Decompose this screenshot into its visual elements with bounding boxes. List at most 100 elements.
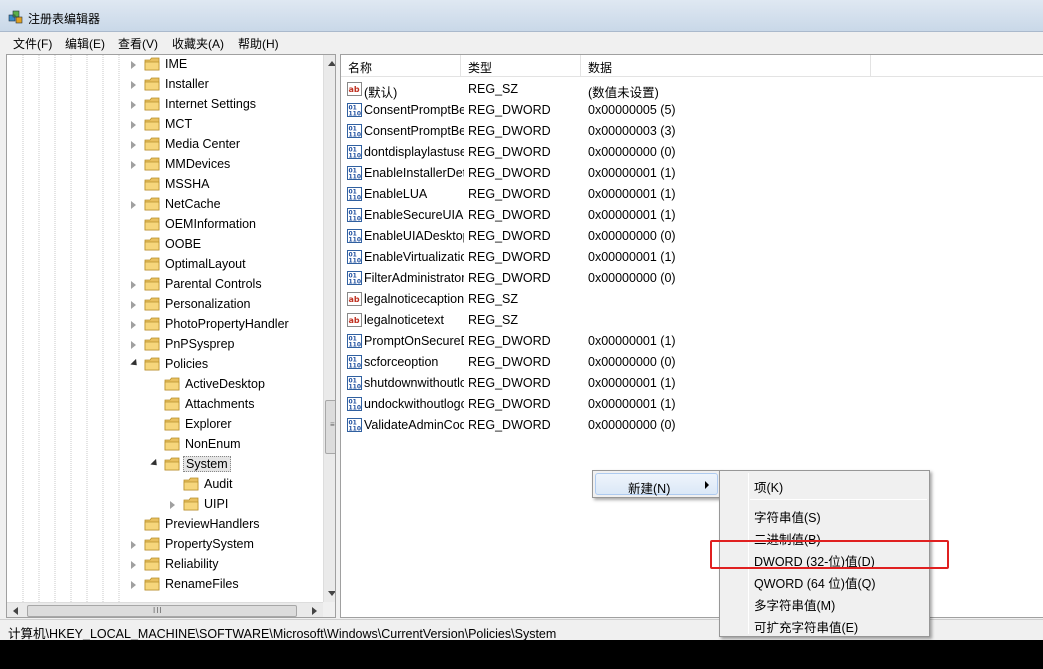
list-item[interactable]: ab legalnoticetext REG_SZ xyxy=(341,310,1041,331)
tree-scroll-thumb[interactable]: ≡ xyxy=(325,400,335,454)
tree-item[interactable]: Reliability xyxy=(7,555,323,575)
collapsed-triangle-icon[interactable] xyxy=(131,581,136,589)
svg-text:110: 110 xyxy=(349,279,362,286)
column-header-name[interactable]: 名称 xyxy=(341,55,461,77)
submenu-item-multi-string-label: 多字符串值(M) xyxy=(754,599,836,613)
collapsed-triangle-icon[interactable] xyxy=(131,101,136,109)
tree-item[interactable]: System xyxy=(7,455,323,475)
string-value-icon: ab xyxy=(347,313,362,327)
list-item[interactable]: 01110ConsentPromptBehaviorAdmin REG_DWORD… xyxy=(341,100,1041,121)
list-item[interactable]: 01110shutdownwithoutlogon REG_DWORD 0x0000… xyxy=(341,373,1041,394)
title-bar[interactable]: 注册表编辑器 xyxy=(0,0,1043,32)
submenu-item-string[interactable]: 字符串值(S) xyxy=(722,503,927,525)
tree-vertical-scrollbar[interactable]: ≡ xyxy=(323,55,335,602)
tree-item[interactable]: OEMInformation xyxy=(7,215,323,235)
tree-item[interactable]: PreviewHandlers xyxy=(7,515,323,535)
tree-horizontal-scrollbar[interactable]: III xyxy=(7,602,323,617)
values-list-pane[interactable]: 名称 类型 数据 ab (默认) REG_SZ (数值未设置) 01 110 Consent… xyxy=(340,54,1043,618)
tree-item[interactable]: Internet Settings xyxy=(7,95,323,115)
list-item[interactable]: 01110EnableSecureUIAPaths REG_DWORD 0x0000… xyxy=(341,205,1041,226)
value-data: 0x00000001 (1) xyxy=(588,376,676,390)
tree-item[interactable]: Policies xyxy=(7,355,323,375)
list-item[interactable]: 01110dontdisplaylastusername REG_DWORD 0x0… xyxy=(341,142,1041,163)
collapsed-triangle-icon[interactable] xyxy=(131,301,136,309)
tree-item[interactable]: Personalization xyxy=(7,295,323,315)
context-menu-new[interactable]: 新建(N) xyxy=(595,473,718,496)
list-item[interactable]: 01 110 scforceoption REG_DWORD 0x00000000 (0… xyxy=(341,352,1041,373)
collapsed-triangle-icon[interactable] xyxy=(131,321,136,329)
binary-value-icon: 01 110 xyxy=(347,208,362,223)
collapsed-triangle-icon[interactable] xyxy=(131,201,136,209)
tree-item[interactable]: Audit xyxy=(7,475,323,495)
tree-item[interactable]: OptimalLayout xyxy=(7,255,323,275)
list-item[interactable]: ab legalnoticecaption REG_SZ xyxy=(341,289,1041,310)
list-item[interactable]: 01110FilterAdministratorToken REG_DWORD 0x… xyxy=(341,268,1041,289)
collapsed-triangle-icon[interactable] xyxy=(131,121,136,129)
submenu-item-key[interactable]: 项(K) xyxy=(722,473,927,495)
collapsed-triangle-icon[interactable] xyxy=(170,501,175,509)
submenu-item-qword[interactable]: QWORD (64 位)值(Q) xyxy=(722,569,927,591)
collapsed-triangle-icon[interactable] xyxy=(131,541,136,549)
menu-help[interactable]: 帮助(H) xyxy=(236,35,281,52)
list-item[interactable]: 01110ConsentPromptBehaviorUser REG_DWORD 0… xyxy=(341,121,1041,142)
tree-item[interactable]: PropertySystem xyxy=(7,535,323,555)
menu-view[interactable]: 查看(V) xyxy=(116,35,160,52)
list-item[interactable]: 01110EnableInstallerDetection REG_DWORD 0x… xyxy=(341,163,1041,184)
value-name: PromptOnSecureDesktop xyxy=(364,334,464,348)
submenu-item-expand-string[interactable]: 可扩充字符串值(E) xyxy=(722,613,927,635)
list-item[interactable]: 01 110 EnableLUA REG_DWORD 0x00000001 (1) xyxy=(341,184,1041,205)
tree-item[interactable]: PnPSysprep xyxy=(7,335,323,355)
submenu-item-multi-string[interactable]: 多字符串值(M) xyxy=(722,591,927,613)
window-title: 注册表编辑器 xyxy=(28,12,101,26)
folder-icon xyxy=(144,77,160,91)
menu-edit[interactable]: 编辑(E) xyxy=(63,35,107,52)
column-header-data[interactable]: 数据 xyxy=(581,55,871,77)
menu-favorites[interactable]: 收藏夹(A) xyxy=(170,35,226,52)
value-type: REG_DWORD xyxy=(468,103,551,117)
scroll-right-arrow-icon[interactable] xyxy=(312,607,317,615)
folder-icon xyxy=(144,277,160,291)
value-data: 0x00000000 (0) xyxy=(588,145,676,159)
menu-file[interactable]: 文件(F) xyxy=(11,35,54,52)
scroll-left-arrow-icon[interactable] xyxy=(13,607,18,615)
value-data: 0x00000001 (1) xyxy=(588,334,676,348)
tree-item[interactable]: Explorer xyxy=(7,415,323,435)
tree-hscroll-thumb[interactable]: III xyxy=(27,605,297,617)
tree-item[interactable]: NetCache xyxy=(7,195,323,215)
tree-item[interactable]: NonEnum xyxy=(7,435,323,455)
tree-item[interactable]: PhotoPropertyHandler xyxy=(7,315,323,335)
column-header-type[interactable]: 类型 xyxy=(461,55,581,77)
scroll-down-arrow-icon[interactable] xyxy=(328,591,335,596)
tree-item[interactable]: IME xyxy=(7,55,323,75)
tree-item[interactable]: Attachments xyxy=(7,395,323,415)
list-item[interactable]: 01110EnableUIADesktopToggle REG_DWORD 0x00… xyxy=(341,226,1041,247)
tree-item[interactable]: ActiveDesktop xyxy=(7,375,323,395)
list-item[interactable]: 01 110 undockwithoutlogon REG_DWORD 0x000000… xyxy=(341,394,1041,415)
tree-item[interactable]: UIPI xyxy=(7,495,323,515)
tree-item[interactable]: MCT xyxy=(7,115,323,135)
expanded-triangle-icon[interactable] xyxy=(150,458,160,469)
tree-item[interactable]: MMDevices xyxy=(7,155,323,175)
collapsed-triangle-icon[interactable] xyxy=(131,341,136,349)
collapsed-triangle-icon[interactable] xyxy=(131,281,136,289)
tree-item[interactable]: Media Center xyxy=(7,135,323,155)
tree-item[interactable]: Installer xyxy=(7,75,323,95)
key-tree-pane[interactable]: IME Installer Internet Settings MCT Media Ce… xyxy=(6,54,336,618)
list-item[interactable]: 01110PromptOnSecureDesktop REG_DWORD 0x000… xyxy=(341,331,1041,352)
scroll-up-arrow-icon[interactable] xyxy=(328,61,335,66)
svg-text:110: 110 xyxy=(349,237,362,244)
collapsed-triangle-icon[interactable] xyxy=(131,141,136,149)
tree-item[interactable]: MSSHA xyxy=(7,175,323,195)
tree-item[interactable]: OOBE xyxy=(7,235,323,255)
collapsed-triangle-icon[interactable] xyxy=(131,81,136,89)
collapsed-triangle-icon[interactable] xyxy=(131,61,136,69)
list-item[interactable]: 01110ValidateAdminCodeSignatures REG_DWOR… xyxy=(341,415,1041,436)
expanded-triangle-icon[interactable] xyxy=(130,358,140,369)
tree-item[interactable]: RenameFiles xyxy=(7,575,323,595)
collapsed-triangle-icon[interactable] xyxy=(131,161,136,169)
tree-item[interactable]: Parental Controls xyxy=(7,275,323,295)
list-item[interactable]: ab (默认) REG_SZ (数值未设置) xyxy=(341,79,1041,100)
list-item[interactable]: 01 110 EnableVirtualization REG_DWORD 0x0000… xyxy=(341,247,1041,268)
collapsed-triangle-icon[interactable] xyxy=(131,561,136,569)
tree-item-label: Media Center xyxy=(165,137,241,151)
